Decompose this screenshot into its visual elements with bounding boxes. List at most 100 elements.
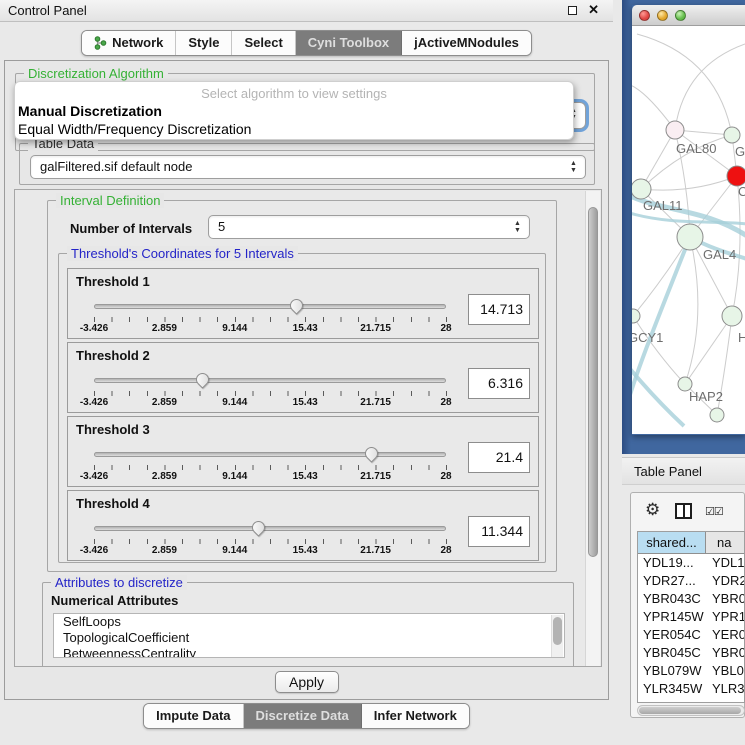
network-node[interactable]	[632, 179, 651, 199]
cell[interactable]: YDL19...	[638, 554, 706, 572]
threshold-1-value-field[interactable]: 14.713	[468, 294, 530, 325]
threshold-3-slider[interactable]	[94, 447, 446, 463]
table-row[interactable]: YIL052CYIL0	[638, 698, 744, 703]
cell[interactable]: YBL0	[706, 662, 744, 680]
column-header-shared-name[interactable]: shared...	[638, 532, 706, 553]
table-row[interactable]: YPR145WYPR1	[638, 608, 744, 626]
threshold-3-value-field[interactable]: 21.4	[468, 442, 530, 473]
scrollbar-thumb[interactable]	[553, 617, 562, 645]
network-node[interactable]	[727, 166, 745, 186]
slider-track[interactable]	[94, 452, 446, 457]
network-node-label: GAL11	[643, 198, 683, 213]
network-node[interactable]	[666, 121, 684, 139]
tick-label: 9.144	[222, 397, 247, 408]
cell[interactable]: YBL079W	[638, 662, 706, 680]
cell[interactable]: YPR1	[706, 608, 744, 626]
table-row[interactable]: YER054CYER0	[638, 626, 744, 644]
tab-select[interactable]: Select	[232, 31, 295, 55]
list-item[interactable]: TopologicalCoefficient	[54, 630, 564, 646]
slider-track[interactable]	[94, 526, 446, 531]
network-canvas[interactable]: GAL80GACGAL11GAL4GCY1HHAP2	[632, 26, 745, 434]
table-row[interactable]: YBL079WYBL0	[638, 662, 744, 680]
threshold-2-value-field[interactable]: 6.316	[468, 368, 530, 399]
bottom-tabbar: Impute Data Discretize Data Infer Networ…	[0, 703, 613, 729]
slider-track[interactable]	[94, 378, 446, 383]
node-table[interactable]: shared... na YDL19...YDL1 YDR27...YDR2 Y…	[637, 531, 745, 703]
cell[interactable]: YER054C	[638, 626, 706, 644]
network-node[interactable]	[710, 408, 724, 422]
slider-track[interactable]	[94, 304, 446, 309]
close-traffic-light-icon[interactable]	[639, 10, 650, 21]
cell[interactable]: YIL0	[706, 698, 744, 703]
table-row[interactable]: YBR045CYBR0	[638, 644, 744, 662]
cell[interactable]: YPR145W	[638, 608, 706, 626]
cell[interactable]: YDR27...	[638, 572, 706, 590]
tab-cyni-toolbox[interactable]: Cyni Toolbox	[296, 31, 402, 55]
dropdown-option-manual[interactable]: Manual Discretization	[15, 101, 573, 119]
threshold-1-slider[interactable]	[94, 299, 446, 315]
scrollbar-thumb[interactable]	[588, 207, 598, 557]
cell[interactable]: YBR045C	[638, 644, 706, 662]
network-node-label: HAP2	[689, 389, 723, 404]
dropdown-option-equal-width[interactable]: Equal Width/Frequency Discretization	[15, 119, 573, 137]
cell[interactable]: YLR3	[706, 680, 744, 698]
zoom-traffic-light-icon[interactable]	[675, 10, 686, 21]
slider-thumb[interactable]	[287, 296, 305, 314]
slider-scale: -3.426 2.859 9.144 15.43 21.715 28	[94, 471, 446, 483]
cell[interactable]: YBR043C	[638, 590, 706, 608]
tab-label: Network	[112, 35, 163, 50]
tick-label: 21.715	[360, 397, 391, 408]
cell[interactable]: YDL1	[706, 554, 744, 572]
tab-label: Select	[244, 35, 282, 50]
numerical-attributes-list[interactable]: SelfLoops TopologicalCoefficient Between…	[53, 613, 565, 658]
table-row[interactable]: YBR043CYBR0	[638, 590, 744, 608]
cell[interactable]: YER0	[706, 626, 744, 644]
tab-discretize-data[interactable]: Discretize Data	[244, 704, 362, 728]
tab-label: jActiveMNodules	[414, 35, 519, 50]
tab-impute-data[interactable]: Impute Data	[144, 704, 243, 728]
table-row[interactable]: YLR345WYLR3	[638, 680, 744, 698]
table-row[interactable]: YDR27...YDR2	[638, 572, 744, 590]
cell[interactable]: YBR0	[706, 590, 744, 608]
cell[interactable]: YBR0	[706, 644, 744, 662]
float-window-icon[interactable]	[568, 6, 577, 15]
table-row[interactable]: YDL19...YDL1	[638, 554, 744, 572]
table-panel: ⚙ ☑☑ shared... na YDL19...YDL1 YDR27...Y…	[630, 492, 745, 718]
settings-scrollbar[interactable]	[585, 191, 600, 667]
network-node[interactable]	[632, 309, 640, 323]
select-columns-icon[interactable]: ☑☑	[705, 505, 723, 518]
gear-icon[interactable]: ⚙	[645, 500, 660, 520]
slider-ticks	[94, 465, 447, 470]
network-window-titlebar[interactable]	[632, 5, 745, 26]
algorithm-dropdown-popup: Select algorithm to view settings Manual…	[14, 81, 574, 140]
network-node[interactable]	[724, 127, 740, 143]
close-icon[interactable]: ✕	[588, 2, 599, 18]
list-item[interactable]: SelfLoops	[54, 614, 564, 630]
split-columns-icon[interactable]	[675, 503, 692, 519]
list-item[interactable]: BetweennessCentrality	[54, 646, 564, 658]
scrollbar-thumb[interactable]	[639, 707, 741, 714]
tab-label: Infer Network	[374, 708, 457, 723]
slider-thumb[interactable]	[193, 370, 211, 388]
network-node[interactable]	[722, 306, 742, 326]
list-scrollbar[interactable]	[551, 615, 563, 658]
tab-jactivemnodules[interactable]: jActiveMNodules	[402, 31, 531, 55]
number-of-intervals-combobox[interactable]: 5 ▲▼	[208, 215, 530, 239]
tab-style[interactable]: Style	[176, 31, 232, 55]
slider-thumb[interactable]	[362, 444, 380, 462]
threshold-2-slider[interactable]	[94, 373, 446, 389]
threshold-4-slider[interactable]	[94, 521, 446, 537]
column-header-name[interactable]: na	[706, 532, 744, 553]
table-data-combobox[interactable]: galFiltered.sif default node ▲▼	[30, 155, 586, 179]
network-node[interactable]	[677, 224, 703, 250]
cell[interactable]: YLR345W	[638, 680, 706, 698]
tab-infer-network[interactable]: Infer Network	[362, 704, 469, 728]
cell[interactable]: YDR2	[706, 572, 744, 590]
table-horizontal-scrollbar[interactable]	[637, 705, 745, 716]
cell[interactable]: YIL052C	[638, 698, 706, 703]
threshold-4-value-field[interactable]: 11.344	[468, 516, 530, 547]
apply-button[interactable]: Apply	[275, 671, 339, 693]
tab-network[interactable]: Network	[82, 31, 176, 55]
minimize-traffic-light-icon[interactable]	[657, 10, 668, 21]
slider-thumb[interactable]	[250, 518, 268, 536]
